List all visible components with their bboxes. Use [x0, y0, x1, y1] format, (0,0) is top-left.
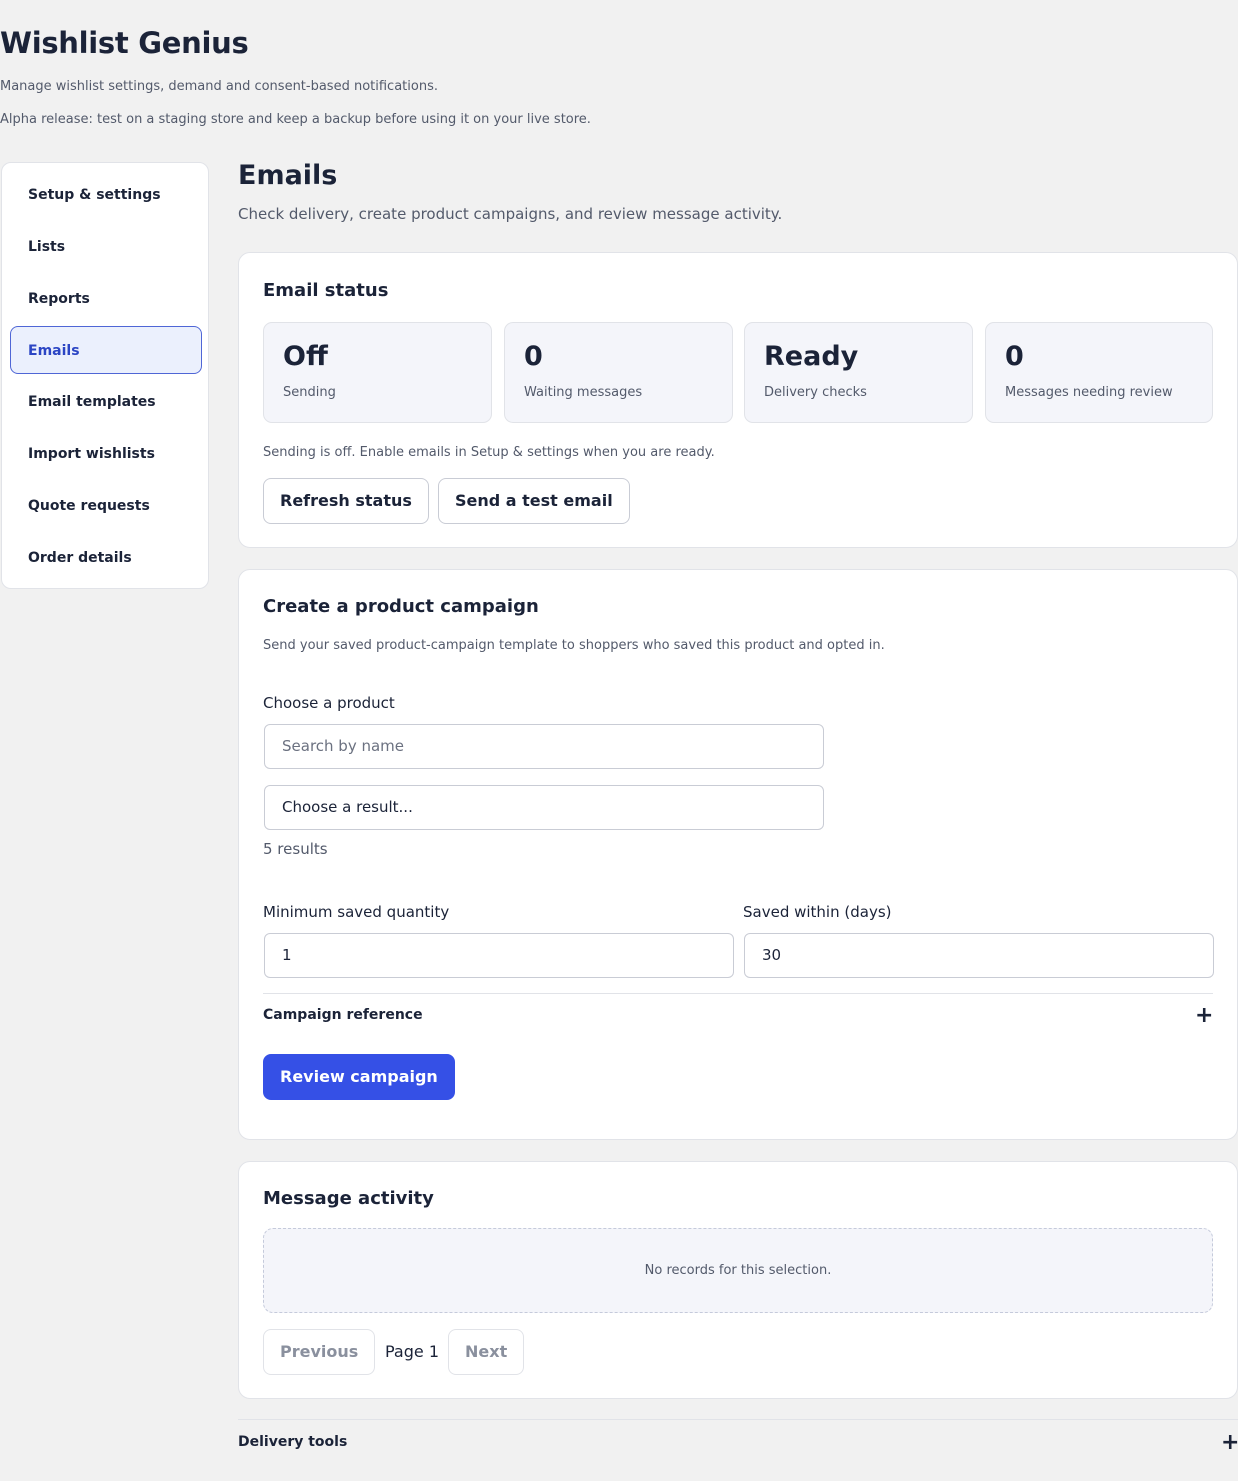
email-status-title: Email status	[263, 280, 389, 301]
page-indicator: Page 1	[385, 1342, 439, 1361]
sidebar-item-quote-requests[interactable]: Quote requests	[10, 481, 202, 529]
choose-product-label: Choose a product	[263, 694, 395, 712]
sidebar-item-lists[interactable]: Lists	[10, 222, 202, 270]
sidebar-item-reports[interactable]: Reports	[10, 274, 202, 322]
sidebar-item-emails[interactable]: Emails	[10, 326, 202, 374]
sidebar-item-order-details[interactable]: Order details	[10, 533, 202, 581]
stat-label: Messages needing review	[1005, 385, 1173, 400]
page-subtitle: Check delivery, create product campaigns…	[238, 205, 783, 223]
results-count: 5 results	[263, 840, 328, 858]
review-campaign-button[interactable]: Review campaign	[263, 1054, 455, 1100]
send-test-email-button[interactable]: Send a test email	[438, 478, 630, 524]
app-subtitle: Manage wishlist settings, demand and con…	[0, 79, 438, 94]
product-result-select[interactable]: Choose a result...	[264, 785, 824, 830]
sidebar-nav: Setup & settings Lists Reports Emails Em…	[1, 162, 209, 589]
delivery-tools-toggle[interactable]: Delivery tools	[238, 1434, 347, 1450]
divider	[263, 993, 1213, 994]
sending-off-note: Sending is off. Enable emails in Setup &…	[263, 445, 715, 460]
message-activity-title: Message activity	[263, 1188, 434, 1209]
campaign-title: Create a product campaign	[263, 596, 539, 617]
stat-value: Ready	[764, 341, 859, 372]
email-status-card: Email status Off Sending 0 Waiting messa…	[238, 252, 1238, 548]
saved-within-input[interactable]: 30	[744, 933, 1214, 978]
min-quantity-input[interactable]: 1	[264, 933, 734, 978]
stat-label: Delivery checks	[764, 385, 867, 400]
alpha-notice: Alpha release: test on a staging store a…	[0, 112, 591, 127]
stat-label: Sending	[283, 385, 336, 400]
empty-state: No records for this selection.	[263, 1228, 1213, 1313]
plus-icon[interactable]: +	[1195, 1005, 1213, 1027]
min-quantity-label: Minimum saved quantity	[263, 903, 450, 921]
next-page-button[interactable]: Next	[448, 1329, 525, 1375]
refresh-status-button[interactable]: Refresh status	[263, 478, 429, 524]
sidebar-item-setup-settings[interactable]: Setup & settings	[10, 170, 202, 218]
stat-waiting-messages: 0 Waiting messages	[504, 322, 733, 423]
stat-value: 0	[1005, 341, 1024, 372]
stat-delivery-checks: Ready Delivery checks	[744, 322, 973, 423]
plus-icon[interactable]: +	[1221, 1432, 1238, 1454]
sidebar-item-email-templates[interactable]: Email templates	[10, 377, 202, 425]
stat-messages-needing-review: 0 Messages needing review	[985, 322, 1213, 423]
previous-page-button[interactable]: Previous	[263, 1329, 376, 1375]
campaign-description: Send your saved product-campaign templat…	[263, 638, 885, 653]
product-search-input[interactable]: Search by name	[264, 724, 824, 769]
stat-value: Off	[283, 341, 328, 372]
stat-sending: Off Sending	[263, 322, 492, 423]
divider	[238, 1419, 1238, 1420]
product-campaign-card: Create a product campaign Send your save…	[238, 569, 1238, 1140]
saved-within-label: Saved within (days)	[743, 903, 892, 921]
message-activity-card: Message activity No records for this sel…	[238, 1161, 1238, 1399]
stat-value: 0	[524, 341, 543, 372]
campaign-reference-toggle[interactable]: Campaign reference	[263, 1007, 423, 1023]
sidebar-item-import-wishlists[interactable]: Import wishlists	[10, 429, 202, 477]
page-title: Emails	[238, 160, 338, 191]
stat-label: Waiting messages	[524, 385, 643, 400]
app-title: Wishlist Genius	[0, 26, 249, 60]
